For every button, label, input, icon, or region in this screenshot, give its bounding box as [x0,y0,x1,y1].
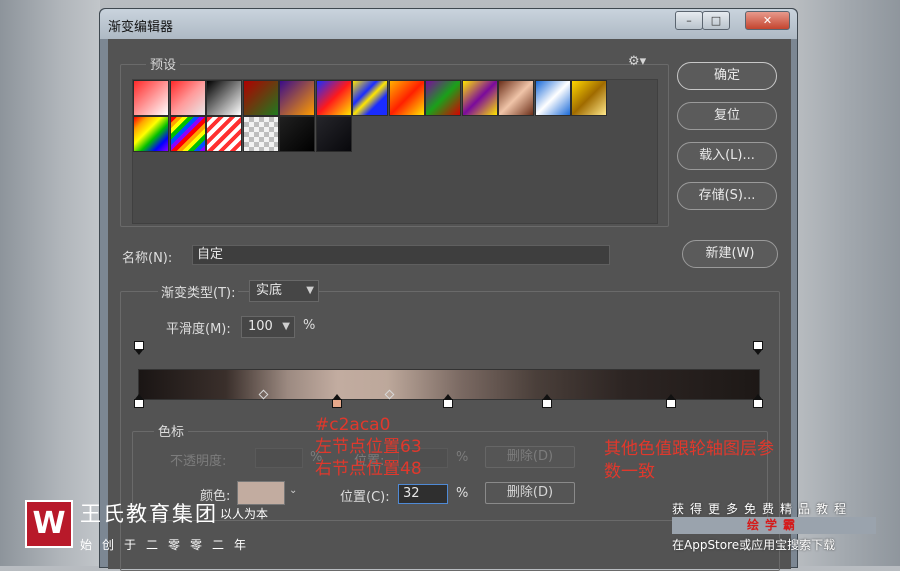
preset-swatch[interactable] [534,80,571,116]
gradient-type-value: 实底 [256,283,283,298]
brand-logo: W [25,500,73,548]
preset-swatch[interactable] [315,116,352,152]
annotation-note-line2: 数一致 [604,462,655,482]
minimize-button[interactable]: – [675,11,703,30]
preset-swatches [132,79,658,224]
color-stop[interactable] [134,394,144,409]
color-stop[interactable] [753,394,763,409]
gradient-editor-window: 渐变编辑器 – □ ✕ 预设 ⚙▾ 确定 复位 载入(L)... 存储(S)..… [99,8,798,571]
color-stop[interactable] [666,394,676,409]
smoothness-unit: % [303,318,316,333]
presets-label: 预设 [146,54,181,73]
opacity-position-unit: % [456,450,469,465]
close-button[interactable]: ✕ [745,11,790,30]
color-stop[interactable] [443,394,453,409]
brand-name: 王氏教育集团 [80,502,218,526]
brand-slogan: 以人为本 [220,507,269,521]
promo-line3: 在AppStore或应用宝搜索下载 [672,538,836,552]
delete-opacity-stop-button: 删除(D) [485,446,575,468]
reset-button[interactable]: 复位 [677,102,777,130]
new-button[interactable]: 新建(W) [682,240,778,268]
name-label: 名称(N): [122,251,173,266]
window-title: 渐变编辑器 [108,20,174,35]
smoothness-label: 平滑度(M): [166,322,231,337]
color-stop-selected[interactable] [332,394,342,409]
annotation-right-node: 右节点位置48 [315,459,422,479]
preset-swatch[interactable] [461,80,498,116]
smoothness-input[interactable]: 100 ▼ [241,316,295,338]
dialog-body: 预设 ⚙▾ 确定 复位 载入(L)... 存储(S)... 名称(N): 自定 … [108,39,791,571]
gear-icon[interactable]: ⚙▾ [628,54,646,69]
preset-swatch[interactable] [498,80,534,116]
position-unit: % [456,486,469,501]
annotation-left-node: 左节点位置63 [315,437,422,457]
position-input[interactable]: 32 [398,484,448,504]
preset-swatch[interactable] [242,116,279,152]
promo-line1: 获得更多免费精品教程 [672,502,853,516]
ok-button[interactable]: 确定 [677,62,777,90]
desktop-background-right [794,0,900,566]
color-stops-legend: 色标 [154,421,189,440]
load-button[interactable]: 载入(L)... [677,142,777,170]
chevron-down-icon: ▼ [282,321,290,332]
preset-swatch[interactable] [133,80,169,116]
annotation-note-line1: 其他色值跟轮轴图层参 [604,439,774,459]
preset-swatch[interactable] [206,116,242,152]
chevron-down-icon[interactable]: ⌄ [289,485,297,496]
preset-swatch[interactable] [133,116,169,152]
presets-group [120,64,669,227]
gradient-type-select[interactable]: 实底 ▼ [249,280,319,302]
preset-swatch[interactable] [242,80,279,116]
chevron-down-icon: ▼ [306,285,314,296]
opacity-stop-left[interactable] [134,341,144,356]
preset-swatch[interactable] [352,80,388,116]
preset-swatch[interactable] [571,80,607,116]
name-input[interactable]: 自定 [192,245,610,265]
save-button[interactable]: 存储(S)... [677,182,777,210]
color-swatch[interactable] [237,481,285,505]
preset-swatch[interactable] [206,80,242,116]
delete-color-stop-button[interactable]: 删除(D) [485,482,575,504]
preset-swatch[interactable] [279,80,315,116]
opacity-input [255,448,303,468]
brand-since: 始创于二零零二年 [80,538,257,552]
title-bar[interactable]: 渐变编辑器 – □ ✕ [100,9,797,39]
promo-line2: 绘学霸 [672,517,876,534]
annotation-hex: #c2aca0 [315,415,391,435]
gradient-type-label: 渐变类型(T): [158,282,239,301]
preset-swatch[interactable] [169,80,206,116]
preset-swatch[interactable] [425,80,461,116]
maximize-button[interactable]: □ [702,11,730,30]
opacity-stop-right[interactable] [753,341,763,356]
position-label: 位置(C): [340,490,390,505]
color-stop[interactable] [542,394,552,409]
preset-swatch[interactable] [388,80,425,116]
smoothness-value: 100 [248,319,273,334]
preset-swatch[interactable] [169,116,206,152]
preset-swatch[interactable] [279,116,315,152]
opacity-label: 不透明度: [170,454,227,469]
desktop-background-left [0,0,100,566]
preset-swatch[interactable] [315,80,352,116]
